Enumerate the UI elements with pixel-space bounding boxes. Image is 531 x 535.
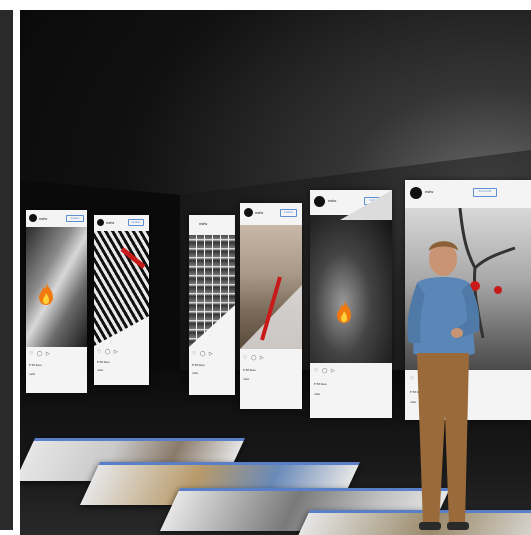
caption: nsfw [192, 371, 199, 375]
likes-count: ♥ 58 likes [243, 368, 256, 372]
post-handle: nsfw [39, 216, 48, 221]
follow-button: Follow [66, 215, 84, 222]
caption: nsfw [314, 392, 321, 396]
corner-overlay [340, 190, 392, 220]
action-icons: ♡ ◯ ▷ [29, 351, 51, 357]
action-icons: ♡ ◯ ▷ [314, 368, 336, 374]
caption: nsfw [243, 377, 250, 381]
instagram-post-4: nsfw Follow ♡ ◯ ▷ ♥ 58 likes nsfw [240, 203, 302, 409]
post-handle: nsfw [425, 189, 434, 194]
follow-button: Follow [280, 209, 297, 217]
left-edge-strip [0, 10, 13, 530]
post-photo [310, 215, 392, 363]
instagram-post-2: nsfw Follow ♡ ◯ ▷ ♥ 58 likes nsfw [94, 215, 149, 385]
likes-count: ♥ 58 likes [29, 363, 42, 367]
avatar [410, 187, 422, 199]
follow-button: Follow [128, 219, 144, 226]
red-censor-bar [240, 276, 302, 349]
avatar [29, 214, 37, 222]
action-icons: ♡ ◯ ▷ [97, 349, 119, 355]
instagram-post-3: nsfw ♡ ◯ ▷ ♥ 58 likes nsfw [189, 215, 235, 395]
flame-icon [39, 283, 53, 305]
flame-icon [337, 301, 351, 323]
post-handle: nsfw [106, 220, 115, 225]
post-handle: nsfw [199, 221, 208, 226]
dark-gallery-room: nsfw Follow ♡ ◯ ▷ ♥ 58 likes nsfw nsfw F… [20, 10, 531, 535]
follow-button: FOLLOW [473, 188, 497, 197]
avatar [97, 219, 104, 226]
likes-count: ♥ 58 likes [314, 382, 327, 386]
exhibition-photo: nsfw Follow ♡ ◯ ▷ ♥ 58 likes nsfw nsfw F… [0, 0, 531, 535]
avatar [244, 208, 253, 217]
caption: nsfw [29, 372, 36, 376]
likes-count: ♥ 58 likes [192, 363, 205, 367]
instagram-post-1: nsfw Follow ♡ ◯ ▷ ♥ 58 likes nsfw [26, 210, 87, 393]
post-handle: nsfw [255, 210, 264, 215]
instagram-post-5: nsfw Follow ♡ ◯ ▷ ♥ 58 likes nsfw [310, 190, 392, 418]
standing-man [407, 241, 480, 530]
action-icons: ♡ ◯ ▷ [192, 351, 214, 357]
post-photo [26, 227, 87, 347]
likes-count: ♥ 58 likes [97, 360, 110, 364]
caption: nsfw [97, 368, 104, 372]
action-icons: ♡ ◯ ▷ [243, 355, 265, 361]
red-censor-bar [94, 247, 149, 346]
fade-overlay [189, 305, 235, 347]
